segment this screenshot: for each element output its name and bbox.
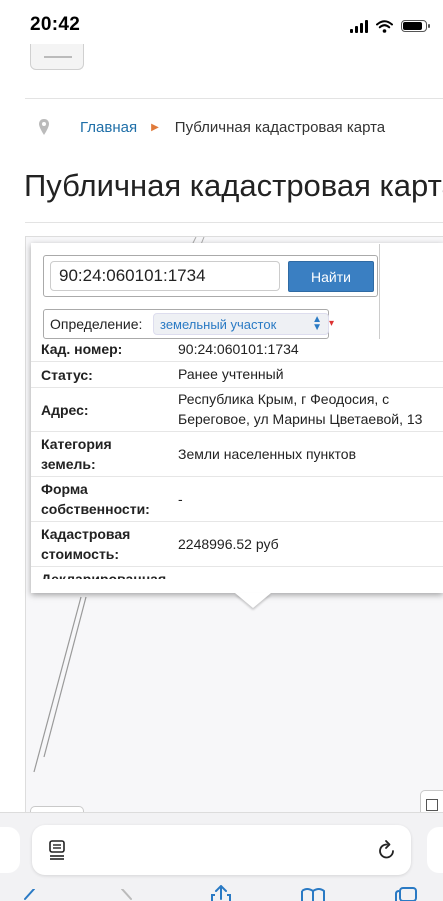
breadcrumb-home-link[interactable]: Главная	[80, 119, 137, 136]
header-divider	[25, 98, 443, 99]
browser-toolbar	[0, 812, 443, 901]
table-row: Кадастровая стоимость: 2248996.52 руб	[31, 521, 443, 567]
pin-icon	[39, 119, 49, 135]
table-row: Категория земель: Земли населенных пункт…	[31, 431, 443, 477]
reader-icon[interactable]	[48, 839, 66, 861]
info-value: 90:24:060101:1734	[178, 341, 299, 357]
info-key: земель:	[41, 456, 96, 472]
info-key: Кадастровая	[41, 526, 131, 542]
menu-button[interactable]	[30, 44, 84, 70]
parcel-popup: Найти Определение: земельный участок ▲▼ …	[31, 243, 443, 593]
title-divider	[25, 222, 443, 223]
tabs-icon[interactable]	[394, 887, 418, 901]
table-row: Статус: Ранее учтенный	[31, 361, 443, 388]
find-button[interactable]: Найти	[288, 261, 374, 292]
definition-row: Определение: земельный участок ▲ ▼	[43, 309, 329, 339]
info-value: Республика Крым, г Феодосия, с	[178, 391, 390, 407]
battery-icon	[401, 20, 430, 32]
red-marker-icon: ▾	[329, 318, 335, 329]
fullscreen-icon	[426, 799, 438, 811]
previous-tab-preview[interactable]	[0, 827, 20, 873]
cellular-signal-icon	[350, 19, 368, 33]
popup-pointer	[235, 593, 271, 608]
bookmarks-icon[interactable]	[300, 887, 326, 901]
status-bar: 20:42	[0, 0, 443, 48]
status-time: 20:42	[30, 14, 81, 35]
toolbar-icons	[0, 885, 443, 901]
reload-icon[interactable]	[377, 839, 397, 861]
forward-icon[interactable]	[120, 889, 134, 901]
info-value: Земли населенных пунктов	[178, 446, 357, 462]
breadcrumb-current: Публичная кадастровая карта	[174, 118, 386, 136]
info-key: стоимость:	[41, 546, 120, 562]
breadcrumb: Главная ▶ Публичная кадастровая карта	[38, 116, 385, 138]
info-key: Статус:	[41, 367, 93, 383]
definition-selected-value: земельный участок	[160, 317, 277, 332]
back-icon[interactable]	[22, 889, 36, 901]
info-value: Береговое, ул Марины Цветаевой, 13	[178, 411, 423, 427]
info-key: Форма	[41, 481, 88, 497]
info-key: Категория	[41, 436, 112, 452]
info-value: Ранее учтенный	[178, 366, 284, 382]
hamburger-icon	[44, 56, 72, 58]
info-value: -	[178, 491, 183, 507]
parcel-info-table: Кад. номер: 90:24:060101:1734 Статус: Ра…	[31, 339, 443, 579]
info-key: Декларированная	[41, 571, 167, 579]
definition-select[interactable]: земельный участок ▲ ▼	[153, 313, 329, 335]
cadastral-search-input[interactable]	[50, 261, 280, 291]
status-icons	[350, 18, 430, 34]
info-key: Кад. номер:	[41, 341, 123, 357]
next-tab-preview[interactable]	[427, 827, 443, 873]
info-key: Адрес:	[41, 402, 89, 418]
table-row: Адрес: Республика Крым, г Феодосия, с Бе…	[31, 387, 443, 432]
wifi-icon	[376, 19, 393, 33]
triangle-right-icon: ▶	[151, 121, 159, 133]
table-row: Форма собственности: -	[31, 476, 443, 522]
share-icon[interactable]	[210, 885, 232, 901]
table-row: Кад. номер: 90:24:060101:1734	[31, 339, 443, 362]
info-value: 2248996.52 руб	[178, 536, 279, 552]
address-bar[interactable]	[32, 825, 411, 875]
page-title: Публичная кадастровая карта	[24, 168, 443, 203]
info-key: собственности:	[41, 501, 150, 517]
search-panel: Найти	[43, 244, 380, 339]
chevron-updown-icon: ▲ ▼	[312, 314, 322, 333]
definition-label: Определение:	[50, 316, 143, 332]
